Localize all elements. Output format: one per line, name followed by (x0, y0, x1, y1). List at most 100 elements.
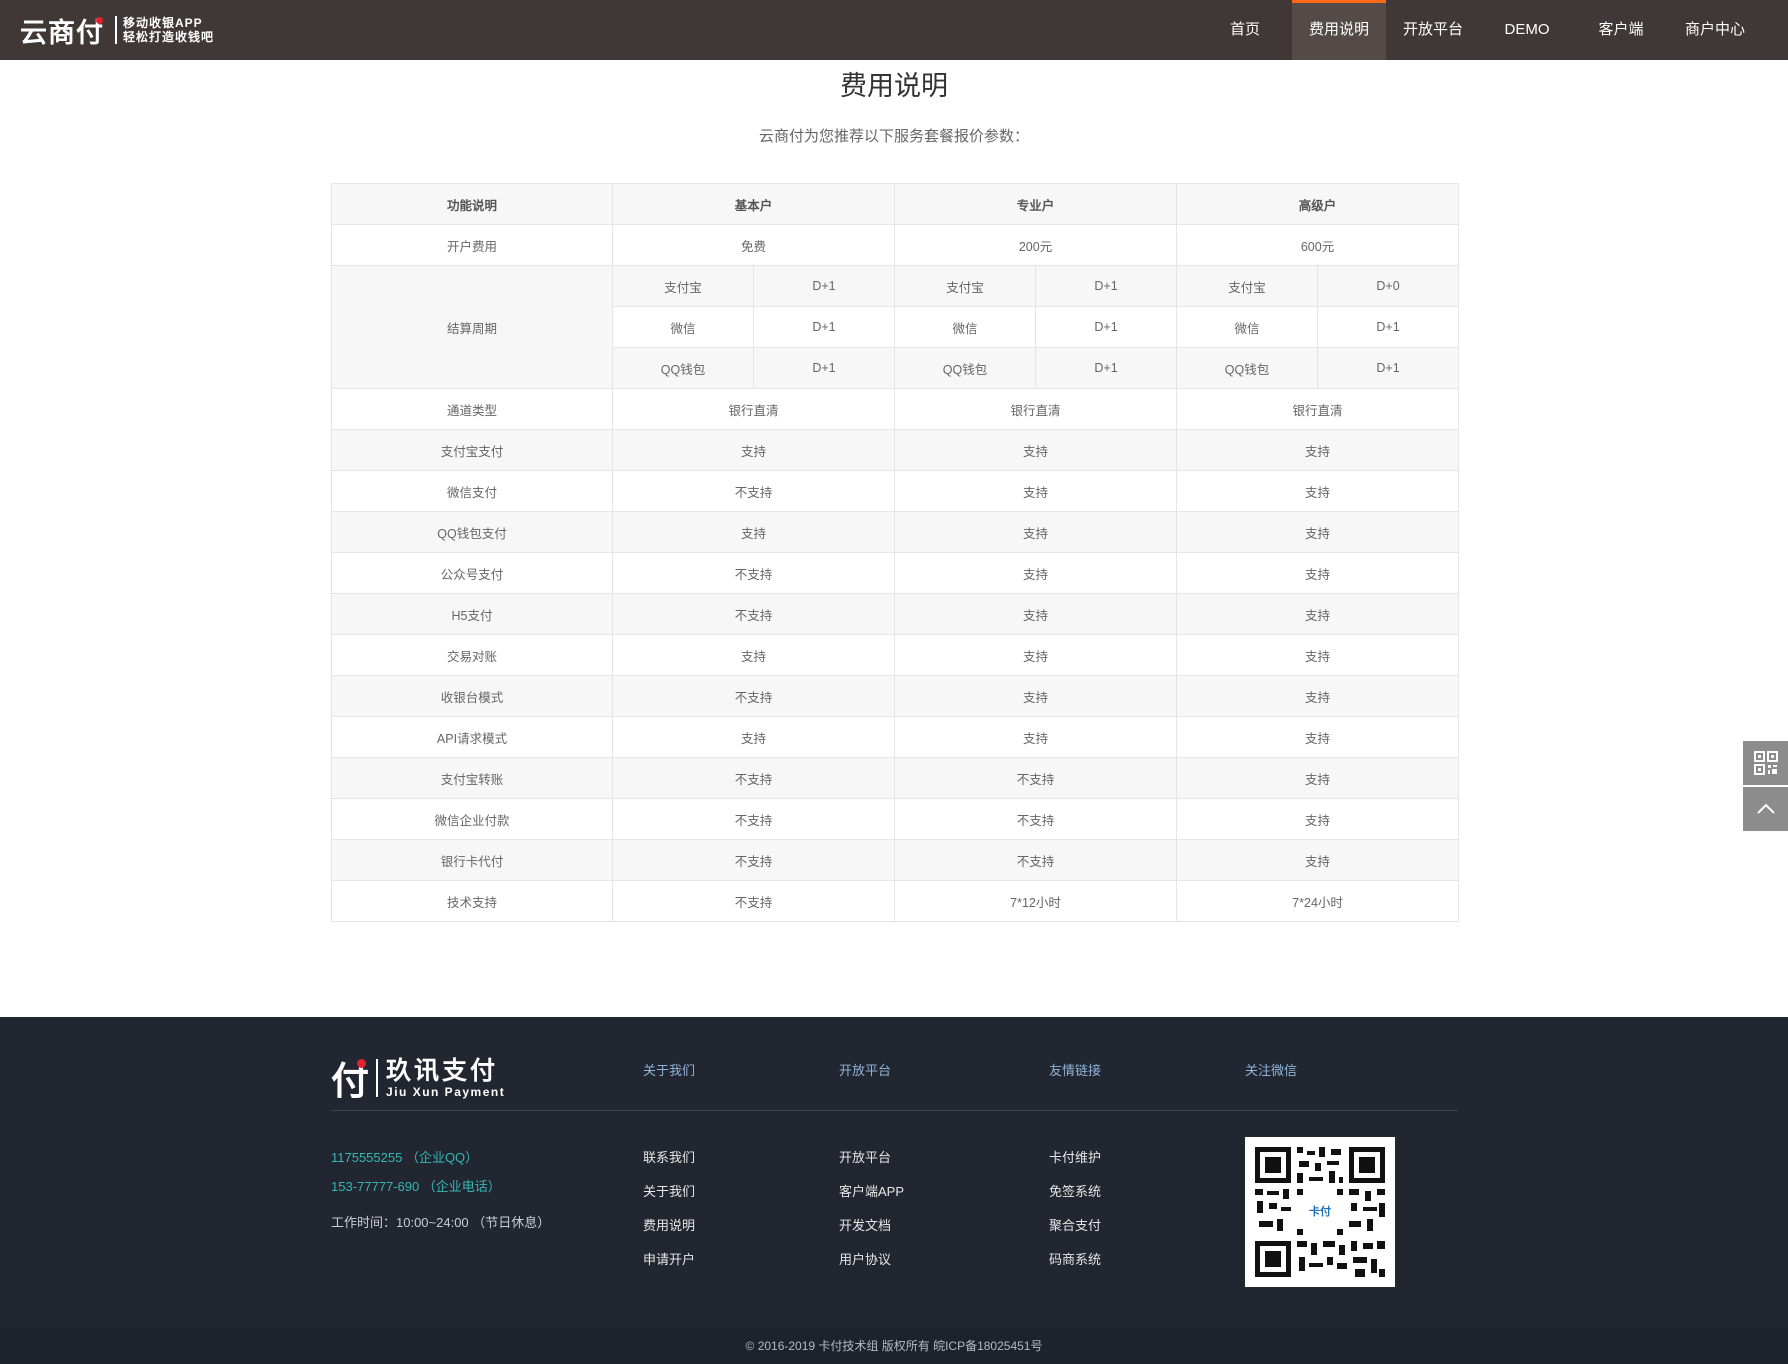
settle-channel: QQ钱包 (612, 347, 754, 389)
footer-link-client-app[interactable]: 客户端APP (839, 1181, 904, 1200)
cell-value: 7*24小时 (1176, 880, 1460, 922)
cell-value: 不支持 (611, 552, 896, 594)
header-pro: 专业户 (894, 183, 1178, 225)
row-label: 开户费用 (331, 224, 613, 266)
settle-value: D+1 (1317, 306, 1460, 348)
footer-link-user-agreement[interactable]: 用户协议 (839, 1249, 891, 1268)
logo-divider (115, 16, 117, 44)
footer-link-kafu[interactable]: 卡付维护 (1049, 1147, 1101, 1166)
pricing-table: 功能说明 基本户 专业户 高级户 开户费用 免费 200元 600元 结算周期 … (331, 183, 1460, 922)
cell-value: 支持 (611, 716, 896, 758)
footer-heading-wechat[interactable]: 关注微信 (1245, 1060, 1297, 1079)
footer-link-apply[interactable]: 申请开户 (643, 1249, 695, 1268)
nav-open-platform[interactable]: 开放平台 (1386, 0, 1480, 60)
cell-value: 7*12小时 (894, 880, 1178, 922)
cell-value: 银行直清 (1176, 388, 1460, 430)
row-label: QQ钱包支付 (331, 511, 613, 553)
settlement-row: 结算周期 支付宝 D+1 支付宝 D+1 支付宝 D+0 (331, 265, 1460, 389)
cell-value: 不支持 (611, 757, 896, 799)
footer-logo[interactable]: 付 玖讯支付 Jiu Xun Payment (331, 1050, 505, 1105)
settle-channel: QQ钱包 (1176, 347, 1319, 389)
settle-value: D+1 (1035, 265, 1178, 307)
table-row: 公众号支付 不支持 支持 支持 (331, 552, 1460, 594)
cell-value: 支持 (611, 511, 896, 553)
nav-client[interactable]: 客户端 (1574, 0, 1668, 60)
qr-code-button[interactable] (1743, 741, 1788, 785)
footer-heading-links[interactable]: 友情链接 (1049, 1060, 1101, 1079)
cell-value: 支持 (1176, 470, 1460, 512)
site-logo[interactable]: 云商付 移动收银APP 轻松打造收钱吧 (20, 13, 214, 48)
back-to-top-button[interactable] (1743, 787, 1788, 831)
cell-value: 不支持 (611, 839, 896, 881)
cell-value: 支持 (1176, 634, 1460, 676)
settle-value: D+1 (1035, 306, 1178, 348)
row-label: 支付宝转账 (331, 757, 613, 799)
row-label: 支付宝支付 (331, 429, 613, 471)
footer-heading-about[interactable]: 关于我们 (643, 1060, 695, 1079)
footer-logo-en: Jiu Xun Payment (386, 1084, 506, 1099)
row-label: 通道类型 (331, 388, 613, 430)
footer-link-dev-docs[interactable]: 开发文档 (839, 1215, 891, 1234)
footer-copyright: © 2016-2019 卡付技术组 版权所有 皖ICP备18025451号 (0, 1328, 1788, 1364)
logo-sub-line1: 移动收银APP (123, 16, 203, 30)
arrow-up-icon (1756, 803, 1775, 814)
footer-logo-mark: 付 (331, 1061, 370, 1103)
cell-value: 支持 (894, 552, 1178, 594)
row-label: 收银台模式 (331, 675, 613, 717)
cell-value: 支持 (611, 634, 896, 676)
cell-value: 不支持 (894, 839, 1178, 881)
nav-demo[interactable]: DEMO (1480, 0, 1574, 60)
footer-link-mianqian[interactable]: 免签系统 (1049, 1181, 1101, 1200)
row-label: 结算周期 (331, 265, 613, 389)
cell-value: 不支持 (611, 798, 896, 840)
footer-logo-divider (376, 1058, 379, 1097)
main-nav: 首页 费用说明 开放平台 DEMO 客户端 商户中心 (1198, 0, 1788, 60)
table-row: 微信企业付款 不支持 不支持 支持 (331, 798, 1460, 840)
settle-channel: 微信 (894, 306, 1037, 348)
table-header-row: 功能说明 基本户 专业户 高级户 (331, 183, 1460, 225)
cell-value: 不支持 (894, 757, 1178, 799)
footer-link-aggregate-pay[interactable]: 聚合支付 (1049, 1215, 1101, 1234)
table-row: 开户费用 免费 200元 600元 (331, 224, 1460, 266)
footer-link-open-platform[interactable]: 开放平台 (839, 1147, 891, 1166)
cell-value: 支持 (1176, 593, 1460, 635)
cell-value: 支持 (1176, 511, 1460, 553)
cell-value: 支持 (1176, 429, 1460, 471)
nav-merchant-center[interactable]: 商户中心 (1668, 0, 1762, 60)
cell-value: 免费 (611, 224, 896, 266)
cell-value: 支持 (1176, 552, 1460, 594)
settle-value: D+1 (1317, 347, 1460, 389)
row-label: 公众号支付 (331, 552, 613, 594)
cell-value: 支持 (894, 429, 1178, 471)
footer-contact-phone[interactable]: 153-77777-690 （企业电话） (331, 1176, 501, 1195)
settle-value: D+1 (752, 306, 896, 348)
cell-value: 支持 (894, 470, 1178, 512)
nav-pricing[interactable]: 费用说明 (1292, 0, 1386, 60)
table-row: 交易对账 支持 支持 支持 (331, 634, 1460, 676)
header-feature: 功能说明 (331, 183, 613, 225)
settle-value: D+1 (1035, 347, 1178, 389)
table-row: H5支付 不支持 支持 支持 (331, 593, 1460, 635)
table-row: 通道类型 银行直清 银行直清 银行直清 (331, 388, 1460, 430)
footer-link-contact[interactable]: 联系我们 (643, 1147, 695, 1166)
footer-link-code-merchant[interactable]: 码商系统 (1049, 1249, 1101, 1268)
row-label: H5支付 (331, 593, 613, 635)
row-label: 微信企业付款 (331, 798, 613, 840)
footer-link-pricing[interactable]: 费用说明 (643, 1215, 695, 1234)
row-label: 技术支持 (331, 880, 613, 922)
footer-work-hours: 工作时间：10:00~24:00 （节日休息） (331, 1215, 551, 1230)
footer-contact-qq[interactable]: 1175555255 （企业QQ） (331, 1147, 478, 1166)
cell-value: 不支持 (611, 675, 896, 717)
settle-channel: 支付宝 (1176, 265, 1319, 307)
settle-channel: 微信 (612, 306, 754, 348)
footer-link-about[interactable]: 关于我们 (643, 1181, 695, 1200)
cell-value: 支持 (894, 511, 1178, 553)
cell-value: 支持 (1176, 757, 1460, 799)
footer-logo-text: 玖讯支付 Jiu Xun Payment (386, 1057, 505, 1099)
footer-heading-platform[interactable]: 开放平台 (839, 1060, 891, 1079)
nav-home[interactable]: 首页 (1198, 0, 1292, 60)
row-label: API请求模式 (331, 716, 613, 758)
settle-value: D+0 (1317, 265, 1460, 307)
cell-value: 支持 (894, 716, 1178, 758)
cell-value: 银行直清 (611, 388, 896, 430)
